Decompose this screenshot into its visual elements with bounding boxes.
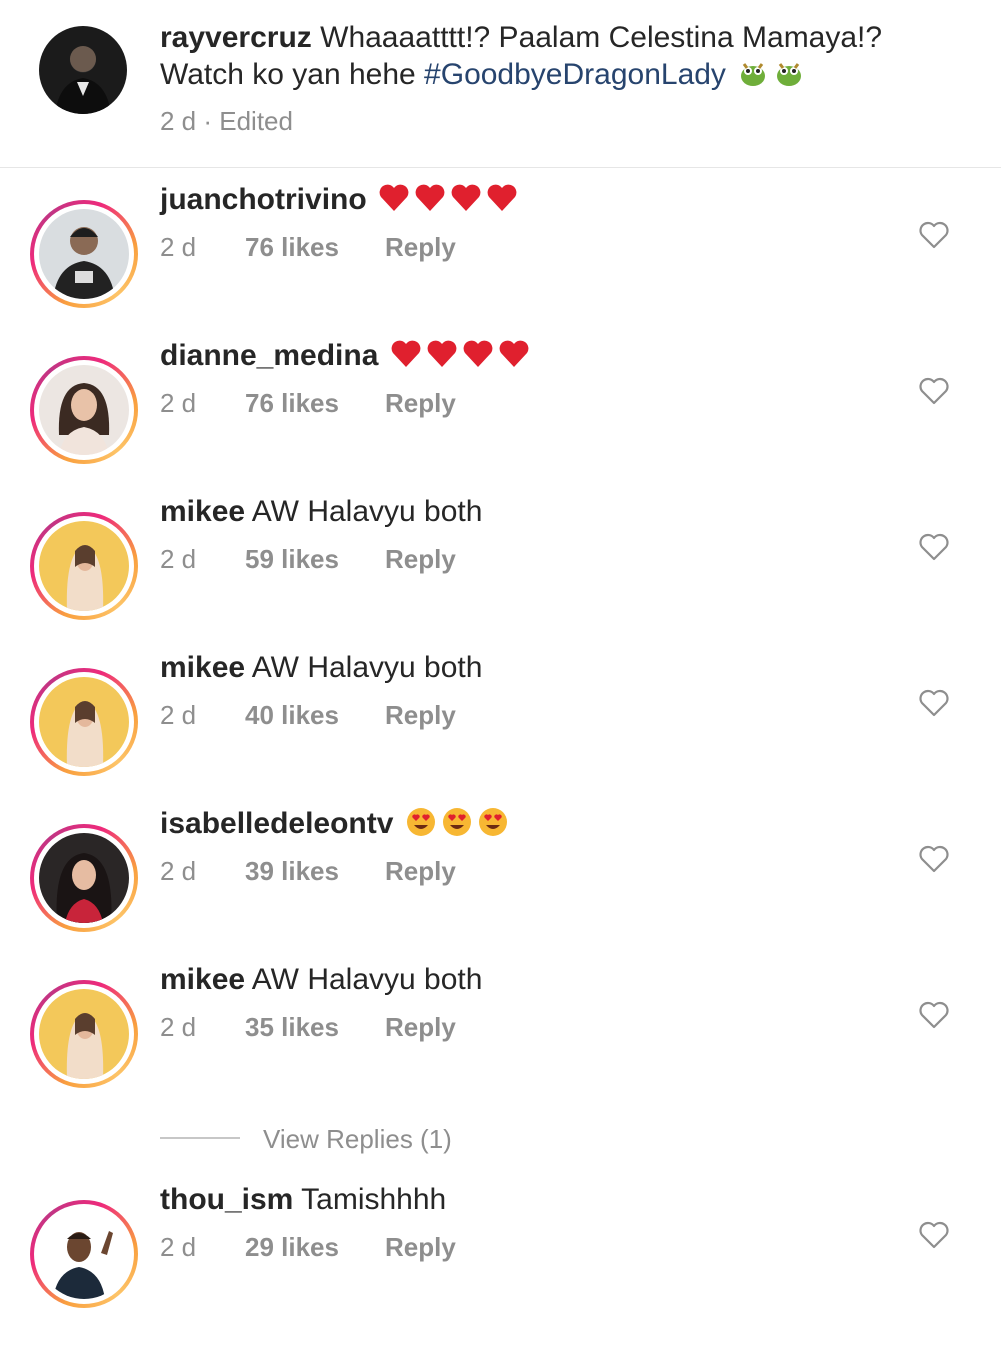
view-replies-button[interactable]: View Replies (1) bbox=[160, 1122, 560, 1156]
heart-eyes-emoji-icon bbox=[406, 808, 435, 836]
comment-likes[interactable]: 39 likes bbox=[245, 854, 339, 888]
comment-text: thou_ism Tamishhhh bbox=[160, 1180, 446, 1220]
comment-likes[interactable]: 29 likes bbox=[245, 1230, 339, 1264]
view-replies-label: View Replies (1) bbox=[263, 1124, 452, 1154]
comment-text: juanchotrivino bbox=[160, 180, 519, 220]
author-avatar[interactable] bbox=[39, 26, 127, 114]
avatar bbox=[39, 1209, 129, 1299]
avatar bbox=[39, 833, 129, 923]
dragon-emoji-icon bbox=[736, 56, 770, 99]
comment-username[interactable]: juanchotrivino bbox=[160, 183, 367, 216]
comment-row: isabelledeleontv 2 d 39 likes Reply bbox=[0, 804, 1001, 960]
reply-button[interactable]: Reply bbox=[385, 854, 456, 888]
comment-body: AW Halavyu both bbox=[251, 963, 483, 996]
comment-time: 2 d bbox=[160, 700, 197, 730]
comment-meta: 2 d 76 likes Reply bbox=[160, 386, 456, 420]
view-replies-line bbox=[160, 1137, 240, 1139]
avatar bbox=[39, 677, 129, 767]
heart-outline-icon[interactable] bbox=[918, 1000, 950, 1030]
caption-username[interactable]: rayvercruz bbox=[160, 21, 312, 54]
reply-button[interactable]: Reply bbox=[385, 1010, 456, 1044]
heart-outline-icon[interactable] bbox=[918, 688, 950, 718]
reply-button[interactable]: Reply bbox=[385, 230, 456, 264]
avatar bbox=[39, 365, 129, 455]
dragon-emoji-icon bbox=[772, 56, 806, 99]
reply-button[interactable]: Reply bbox=[385, 542, 456, 576]
comment-time: 2 d bbox=[160, 544, 197, 574]
heart-outline-icon[interactable] bbox=[918, 376, 950, 406]
comment-username[interactable]: thou_ism bbox=[160, 1183, 293, 1216]
caption-meta: 2 d · Edited bbox=[160, 106, 293, 136]
post-caption: rayvercruz Whaaaatttt!? Paalam Celestina… bbox=[0, 0, 1001, 168]
caption-line2: Watch ko yan hehe bbox=[160, 58, 416, 91]
avatar bbox=[39, 521, 129, 611]
comment-meta: 2 d 59 likes Reply bbox=[160, 542, 456, 576]
avatar bbox=[39, 209, 129, 299]
comment-meta: 2 d 35 likes Reply bbox=[160, 1010, 456, 1044]
comment-row: mikee AW Halavyu both 2 d 59 likes Reply bbox=[0, 492, 1001, 648]
comment-row: mikee AW Halavyu both 2 d 35 likes Reply bbox=[0, 960, 1001, 1116]
comment-text: isabelledeleontv bbox=[160, 804, 510, 844]
comment-row: dianne_medina 2 d 76 likes Reply bbox=[0, 336, 1001, 492]
comment-text: mikee AW Halavyu both bbox=[160, 648, 482, 688]
reply-button[interactable]: Reply bbox=[385, 386, 456, 420]
comment-meta: 2 d 40 likes Reply bbox=[160, 698, 456, 732]
comment-text: mikee AW Halavyu both bbox=[160, 960, 482, 1000]
comment-meta: 2 d 39 likes Reply bbox=[160, 854, 456, 888]
comment-text: mikee AW Halavyu both bbox=[160, 492, 482, 532]
red-heart-emoji-icon bbox=[487, 184, 517, 211]
story-ring[interactable] bbox=[30, 668, 138, 776]
caption-line1: Whaaaatttt!? Paalam Celestina Mamaya!? bbox=[320, 21, 883, 54]
comment-meta: 2 d 76 likes Reply bbox=[160, 230, 456, 264]
heart-outline-icon[interactable] bbox=[918, 1220, 950, 1250]
heart-outline-icon[interactable] bbox=[918, 220, 950, 250]
comment-likes[interactable]: 35 likes bbox=[245, 1010, 339, 1044]
heart-outline-icon[interactable] bbox=[918, 532, 950, 562]
comment-time: 2 d bbox=[160, 1232, 197, 1262]
comment-username[interactable]: isabelledeleontv bbox=[160, 807, 393, 840]
comment-body: AW Halavyu both bbox=[251, 495, 483, 528]
red-heart-emoji-icon bbox=[499, 340, 529, 367]
comment-row: thou_ism Tamishhhh 2 d 29 likes Reply bbox=[0, 1180, 1001, 1336]
caption-text: rayvercruz Whaaaatttt!? Paalam Celestina… bbox=[160, 20, 960, 99]
comment-likes[interactable]: 40 likes bbox=[245, 698, 339, 732]
comment-body: Tamishhhh bbox=[301, 1183, 447, 1216]
comment-likes[interactable]: 76 likes bbox=[245, 230, 339, 264]
comment-time: 2 d bbox=[160, 856, 197, 886]
comment-time: 2 d bbox=[160, 1012, 197, 1042]
red-heart-emoji-icon bbox=[427, 340, 457, 367]
comment-likes[interactable]: 59 likes bbox=[245, 542, 339, 576]
heart-outline-icon[interactable] bbox=[918, 844, 950, 874]
comment-username[interactable]: dianne_medina bbox=[160, 339, 378, 372]
heart-eyes-emoji-icon bbox=[442, 808, 471, 836]
comment-likes[interactable]: 76 likes bbox=[245, 386, 339, 420]
comment-username[interactable]: mikee bbox=[160, 651, 245, 684]
red-heart-emoji-icon bbox=[415, 184, 445, 211]
comment-body: AW Halavyu both bbox=[251, 651, 483, 684]
avatar bbox=[39, 989, 129, 1079]
story-ring[interactable] bbox=[30, 980, 138, 1088]
comment-text: dianne_medina bbox=[160, 336, 531, 376]
comment-username[interactable]: mikee bbox=[160, 963, 245, 996]
story-ring[interactable] bbox=[30, 200, 138, 308]
comment-meta: 2 d 29 likes Reply bbox=[160, 1230, 456, 1264]
story-ring[interactable] bbox=[30, 824, 138, 932]
comment-time: 2 d bbox=[160, 232, 197, 262]
red-heart-emoji-icon bbox=[391, 340, 421, 367]
comment-row: mikee AW Halavyu both 2 d 40 likes Reply bbox=[0, 648, 1001, 804]
reply-button[interactable]: Reply bbox=[385, 698, 456, 732]
story-ring[interactable] bbox=[30, 512, 138, 620]
comment-time: 2 d bbox=[160, 388, 197, 418]
comment-row: juanchotrivino 2 d 76 likes Reply bbox=[0, 180, 1001, 336]
heart-eyes-emoji-icon bbox=[478, 808, 507, 836]
story-ring[interactable] bbox=[30, 1200, 138, 1308]
story-ring[interactable] bbox=[30, 356, 138, 464]
red-heart-emoji-icon bbox=[463, 340, 493, 367]
reply-button[interactable]: Reply bbox=[385, 1230, 456, 1264]
caption-hashtag[interactable]: #GoodbyeDragonLady bbox=[424, 58, 726, 91]
red-heart-emoji-icon bbox=[451, 184, 481, 211]
comment-username[interactable]: mikee bbox=[160, 495, 245, 528]
red-heart-emoji-icon bbox=[379, 184, 409, 211]
